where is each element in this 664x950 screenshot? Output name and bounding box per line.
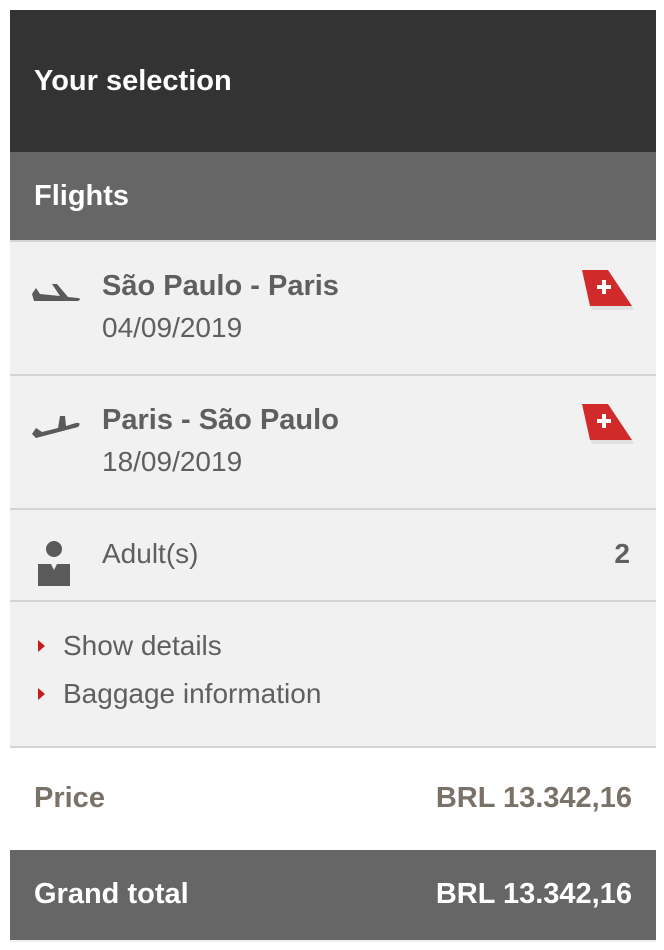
flight-row-return: Paris - São Paulo 18/09/2019 bbox=[10, 376, 656, 510]
flights-section-title: Flights bbox=[10, 152, 656, 242]
caret-right-icon bbox=[38, 688, 45, 700]
show-details-label: Show details bbox=[63, 630, 222, 661]
person-icon bbox=[38, 541, 70, 586]
swiss-tail-icon bbox=[582, 270, 634, 310]
swiss-tail-icon bbox=[582, 404, 634, 444]
selection-panel: Your selection Flights São Paulo - Paris… bbox=[10, 10, 656, 942]
grand-total-row: Grand total BRL 13.342,16 bbox=[10, 850, 656, 940]
flight-route: São Paulo - Paris bbox=[102, 270, 339, 302]
flight-route: Paris - São Paulo bbox=[102, 404, 339, 436]
plane-takeoff-icon bbox=[32, 284, 80, 301]
flight-row-outbound: São Paulo - Paris 04/09/2019 bbox=[10, 242, 656, 376]
show-details-link[interactable]: Show details bbox=[38, 630, 222, 662]
flight-date: 18/09/2019 bbox=[102, 446, 243, 477]
plane-landing-icon bbox=[32, 416, 80, 438]
flight-date: 04/09/2019 bbox=[102, 312, 243, 343]
baggage-information-label: Baggage information bbox=[63, 678, 322, 709]
passenger-count: 2 bbox=[614, 538, 630, 569]
panel-title: Your selection bbox=[10, 10, 656, 152]
grand-total-label: Grand total bbox=[34, 878, 189, 910]
passenger-row: Adult(s) 2 bbox=[10, 510, 656, 602]
price-label: Price bbox=[34, 782, 105, 814]
baggage-information-link[interactable]: Baggage information bbox=[38, 678, 321, 710]
price-row: Price BRL 13.342,16 bbox=[10, 748, 656, 850]
price-value: BRL 13.342,16 bbox=[435, 782, 632, 814]
grand-total-value: BRL 13.342,16 bbox=[435, 878, 632, 910]
passenger-type: Adult(s) bbox=[102, 538, 199, 569]
caret-right-icon bbox=[38, 640, 45, 652]
details-links: Show details Baggage information bbox=[10, 602, 656, 748]
